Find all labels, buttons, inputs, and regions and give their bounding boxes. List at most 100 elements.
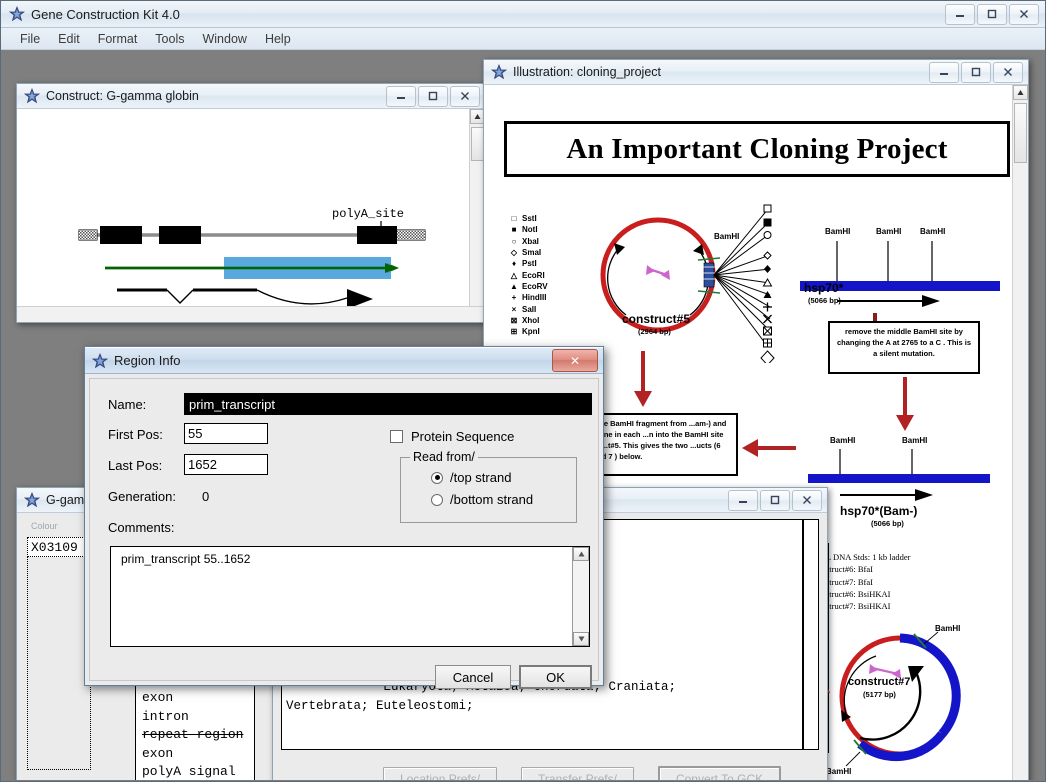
maximize-button[interactable] <box>961 61 991 83</box>
transfer-prefs-button[interactable]: Transfer Prefs/ <box>521 767 634 780</box>
legend-label: NotI <box>522 225 538 235</box>
generation-value: 0 <box>202 489 210 504</box>
legend-item: + HindIII <box>506 292 548 303</box>
mdi-workspace: Construct: G-gamma globin polyA_site Ill… <box>2 51 1044 780</box>
legend-label: SstI <box>522 214 537 224</box>
legend-label: KpnI <box>522 327 540 337</box>
scroll-down-icon[interactable] <box>573 632 589 646</box>
bamh1-label: BamHI <box>920 227 946 236</box>
hind3-symbol-icon: + <box>511 293 517 303</box>
bamh1-label: BamHI <box>830 436 856 445</box>
accession-cell[interactable]: X03109 <box>27 537 89 557</box>
minimize-button[interactable] <box>728 489 758 511</box>
list-item[interactable]: polyA signal <box>142 763 254 780</box>
illustration-heading: An Important Cloning Project <box>566 132 948 165</box>
bamh1-label: BamHI <box>714 232 740 241</box>
close-button[interactable] <box>1009 3 1039 25</box>
menu-window[interactable]: Window <box>193 30 255 48</box>
construct5-plasmid-diagram <box>600 204 775 363</box>
genbank-button-row: Location Prefs/ Transfer Prefs/ Convert … <box>273 766 827 780</box>
minimize-button[interactable] <box>386 85 416 107</box>
menu-format[interactable]: Format <box>89 30 147 48</box>
minimize-button[interactable] <box>929 61 959 83</box>
xba1-symbol-icon: ○ <box>511 236 517 246</box>
hsp70-bam-size: (5066 bp) <box>871 519 904 528</box>
menu-edit[interactable]: Edit <box>49 30 89 48</box>
comments-textarea[interactable]: prim_transcript 55..1652 <box>110 546 590 647</box>
radio-bottom-strand[interactable]: /bottom strand <box>431 492 533 507</box>
close-button[interactable] <box>993 61 1023 83</box>
list-item[interactable]: exon <box>142 745 254 763</box>
ecorv-symbol-icon: ▲ <box>510 281 518 291</box>
left-arrow-icon <box>742 439 796 457</box>
menu-tools[interactable]: Tools <box>146 30 193 48</box>
sal1-symbol-icon: × <box>511 304 517 314</box>
legend-item: ⊠ XhoI <box>506 315 548 326</box>
construct-horizontal-scrollbar[interactable] <box>17 306 485 322</box>
list-item[interactable]: repeat region <box>142 726 254 744</box>
menu-help[interactable]: Help <box>256 30 300 48</box>
radio-top-strand[interactable]: /top strand <box>431 470 511 485</box>
gel-lane-item: struct#7: BsiHKAI <box>826 601 891 612</box>
convert-to-gck-button[interactable]: Convert To GCK <box>657 766 782 780</box>
scrollbar-thumb[interactable] <box>1014 103 1027 163</box>
region-info-dialog[interactable]: Region Info ✕ Name: prim_transcript Firs… <box>84 346 604 689</box>
app-star-icon <box>24 88 40 104</box>
name-input[interactable]: prim_transcript <box>184 393 592 415</box>
legend-label: SmaI <box>522 248 542 258</box>
region-info-body: Name: prim_transcript First Pos: 55 Last… <box>89 378 599 689</box>
construct5-name: construct#5 <box>622 312 691 326</box>
location-prefs-button[interactable]: Location Prefs/ <box>383 767 498 780</box>
legend-label: XhoI <box>522 315 540 325</box>
read-from-groupbox: Read from/ /top strand /bottom strand <box>400 450 577 523</box>
clone-note-box: ...he BamHI fragment from ...am-) and cl… <box>586 413 738 476</box>
comments-vertical-scrollbar[interactable] <box>572 547 589 646</box>
restriction-enzyme-legend: □ SstI ■ NotI ○ XbaI ◇ SmaI ♦ PstI △ Eco… <box>506 213 548 337</box>
hsp70-name: hsp70* <box>804 281 844 295</box>
first-pos-label: First Pos: <box>108 427 163 442</box>
minimize-button[interactable] <box>945 3 975 25</box>
illustration-window-title: Illustration: cloning_project <box>513 65 661 79</box>
legend-label: XbaI <box>522 236 539 246</box>
radio-top-strand-label: /top strand <box>450 470 512 485</box>
close-button[interactable] <box>450 85 480 107</box>
cancel-button[interactable]: Cancel <box>435 665 511 689</box>
legend-label: PstI <box>522 259 537 269</box>
comments-text: prim_transcript 55..1652 <box>121 552 251 566</box>
protein-sequence-checkbox[interactable] <box>390 430 403 443</box>
maximize-button[interactable] <box>418 85 448 107</box>
name-label: Name: <box>108 397 147 412</box>
legend-label: SalI <box>522 304 537 314</box>
maximize-button[interactable] <box>977 3 1007 25</box>
scroll-up-icon[interactable] <box>573 547 589 561</box>
ok-button[interactable]: OK <box>519 665 592 689</box>
genbank-vertical-scrollbar[interactable] <box>803 519 819 750</box>
close-button[interactable] <box>792 489 822 511</box>
radio-button-icon[interactable] <box>431 471 443 484</box>
last-pos-input[interactable]: 1652 <box>184 454 268 475</box>
construct-window[interactable]: Construct: G-gamma globin polyA_site <box>16 83 486 323</box>
genbank-window-buttons <box>728 489 822 511</box>
sequence-column-header: Colour <box>31 521 58 531</box>
radio-button-icon[interactable] <box>431 493 443 506</box>
first-pos-input[interactable]: 55 <box>184 423 268 444</box>
construct-canvas[interactable]: polyA_site <box>17 109 485 322</box>
illustration-titlebar: Illustration: cloning_project <box>484 60 1028 85</box>
gel-lane-item: L DNA Stds: 1 kb ladder <box>826 552 911 562</box>
app-star-icon <box>9 6 25 22</box>
illustration-vertical-scrollbar[interactable] <box>1012 85 1028 780</box>
menu-file[interactable]: File <box>11 30 49 48</box>
protein-sequence-checkbox-row[interactable]: Protein Sequence <box>390 429 514 444</box>
bamh1-label: BamHI <box>935 624 961 633</box>
app-window-buttons <box>945 3 1039 25</box>
maximize-button[interactable] <box>760 489 790 511</box>
comments-label: Comments: <box>108 520 175 535</box>
scroll-up-icon[interactable] <box>1013 85 1028 100</box>
list-item[interactable]: exon <box>142 689 254 707</box>
legend-item: ■ NotI <box>506 224 548 235</box>
kpn1-symbol-icon: ⊞ <box>510 327 518 337</box>
construct7-name: construct#7 <box>848 676 911 688</box>
last-pos-label: Last Pos: <box>108 458 163 473</box>
close-button[interactable]: ✕ <box>552 349 598 372</box>
list-item[interactable]: intron <box>142 708 254 726</box>
